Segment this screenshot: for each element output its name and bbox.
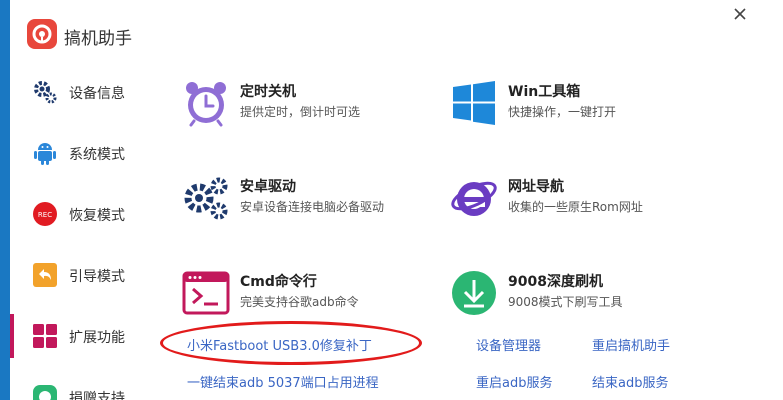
sidebar-item-boot-mode[interactable]: 引导模式 [10,253,160,297]
sidebar-item-system-mode[interactable]: 系统模式 [10,131,160,175]
tool-title: 安卓驱动 [240,179,296,195]
sidebar-item-extensions[interactable]: 扩展功能 [10,314,160,358]
link-restart-helper[interactable]: 重启搞机助手 [592,335,670,354]
terminal-icon [182,269,230,317]
link-kill-adb-port[interactable]: 一键结束adb 5037端口占用进程 [187,372,379,391]
link-fastboot-patch[interactable]: 小米Fastboot USB3.0修复补丁 [187,335,372,354]
sidebar-item-label: 恢复模式 [69,208,125,224]
tool-desc: 收集的一些原生Rom网址 [508,200,643,214]
grid-icon [31,322,59,350]
sidebar-item-device-info[interactable]: 设备信息 [10,70,160,114]
sidebar-item-donate[interactable]: 捐赠支持 [10,375,160,400]
download-icon [450,269,498,317]
sidebar-item-label: 系统模式 [69,147,125,163]
gear-icon [31,78,59,106]
tool-desc: 安卓设备连接电脑必备驱动 [240,200,385,214]
tool-cmd[interactable]: Cmd命令行 完美支持谷歌adb命令 [182,269,432,325]
sidebar-item-label: 设备信息 [69,86,125,102]
tool-title: Win工具箱 [508,84,581,100]
tool-9008-flash[interactable]: 9008深度刷机 9008模式下刷写工具 [450,269,700,325]
android-icon [31,139,59,167]
link-device-manager[interactable]: 设备管理器 [476,335,541,354]
sidebar-item-recovery-mode[interactable]: REC 恢复模式 [10,192,160,236]
tool-desc: 快捷操作，一键打开 [508,105,617,119]
donate-icon [31,383,59,400]
app-window: 搞机助手 设备信息 系统模式 REC 恢复模式 引导模式 扩展功能 捐赠支持 定… [10,0,783,400]
tool-win-toolbox[interactable]: Win工具箱 快捷操作，一键打开 [450,79,700,135]
sidebar-item-label: 捐赠支持 [69,391,125,400]
rec-badge-text: REC [38,211,52,219]
tool-title: 网址导航 [508,179,564,195]
windows-logo-icon [450,79,498,127]
tool-title: 9008深度刷机 [508,274,603,290]
sidebar: 设备信息 系统模式 REC 恢复模式 引导模式 扩展功能 捐赠支持 [10,62,160,400]
ie-logo-icon [450,174,498,222]
title-bar: 搞机助手 [10,0,783,66]
tool-desc: 9008模式下刷写工具 [508,295,623,309]
close-button[interactable] [728,2,752,26]
alarm-clock-icon [182,79,230,127]
sidebar-item-label: 扩展功能 [69,330,125,346]
tool-desc: 完美支持谷歌adb命令 [240,295,359,309]
tool-desc: 提供定时，倒计时可选 [240,105,361,119]
tool-title: 定时关机 [240,84,296,100]
app-logo-icon [27,19,57,49]
tool-android-driver[interactable]: 安卓驱动 安卓设备连接电脑必备驱动 [182,174,432,230]
rec-icon: REC [31,200,59,228]
tool-title: Cmd命令行 [240,274,317,290]
gears-icon [182,174,230,222]
app-title: 搞机助手 [64,29,132,49]
sidebar-item-label: 引导模式 [69,269,125,285]
tool-scheduled-shutdown[interactable]: 定时关机 提供定时，倒计时可选 [182,79,432,135]
back-arrow-icon [31,261,59,289]
link-end-adb[interactable]: 结束adb服务 [592,372,668,391]
tool-url-navigation[interactable]: 网址导航 收集的一些原生Rom网址 [450,174,700,230]
link-restart-adb[interactable]: 重启adb服务 [476,372,552,391]
close-icon [734,8,746,20]
